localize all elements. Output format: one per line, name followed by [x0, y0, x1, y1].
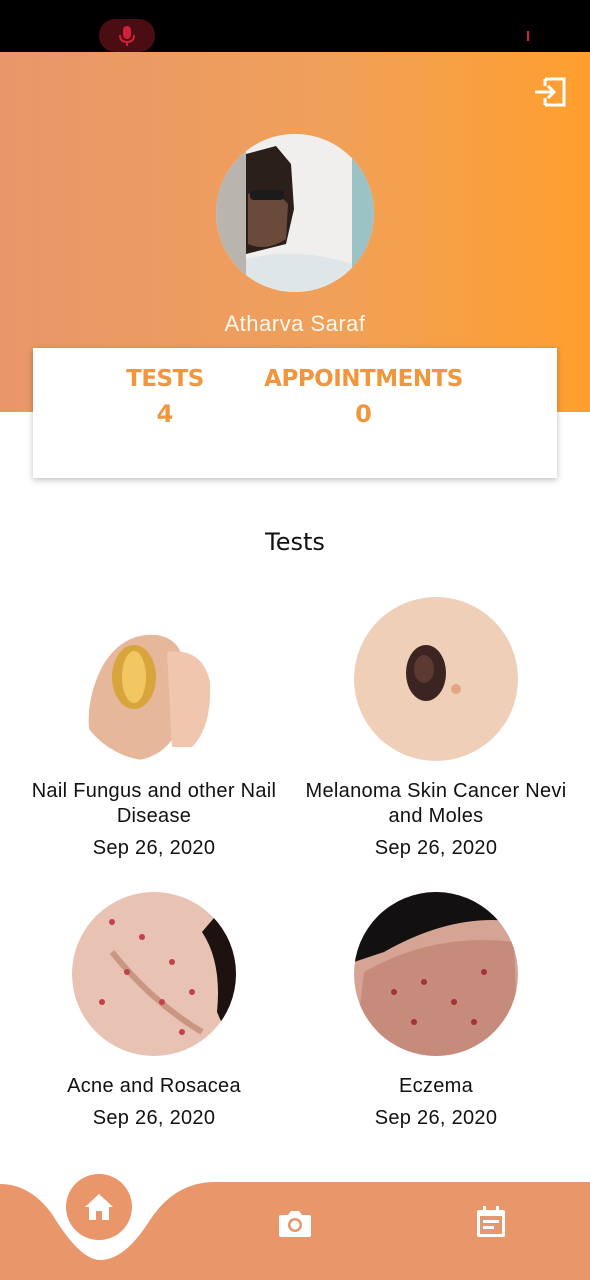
- nav-camera-button[interactable]: [274, 1203, 316, 1243]
- camera-icon: [279, 1211, 311, 1237]
- test-image: [354, 892, 518, 1056]
- test-name: Nail Fungus and other Nail Disease: [31, 780, 277, 827]
- test-name: Melanoma Skin Cancer Nevi and Moles: [305, 780, 567, 827]
- test-card-nail-fungus[interactable]: Nail Fungus and other Nail Disease Sep 2…: [13, 597, 295, 860]
- avatar: [216, 134, 374, 292]
- test-name: Eczema: [398, 1075, 474, 1097]
- appointments-stat[interactable]: APPOINTMENTS 0: [261, 366, 466, 428]
- microphone-icon: [119, 25, 135, 46]
- tests-label: TESTS: [126, 366, 204, 392]
- nav-calendar-button[interactable]: [471, 1202, 511, 1242]
- test-image: [354, 597, 518, 761]
- test-image: [72, 597, 236, 761]
- tests-count: 4: [156, 400, 174, 428]
- test-date: Sep 26, 2020: [374, 837, 498, 859]
- logout-icon: [535, 77, 566, 107]
- home-icon: [85, 1194, 113, 1220]
- section-title: Tests: [265, 528, 325, 556]
- test-card-melanoma[interactable]: Melanoma Skin Cancer Nevi and Moles Sep …: [295, 597, 577, 860]
- tests-stat[interactable]: TESTS 4: [103, 366, 227, 428]
- appointments-label: APPOINTMENTS: [264, 366, 463, 392]
- test-date: Sep 26, 2020: [92, 837, 216, 859]
- user-name: Atharva Saraf: [224, 311, 366, 336]
- test-card-eczema[interactable]: Eczema Sep 26, 2020: [295, 892, 577, 1130]
- logout-button[interactable]: [531, 74, 569, 110]
- stats-card: TESTS 4 APPOINTMENTS 0: [33, 348, 557, 478]
- test-name: Acne and Rosacea: [67, 1075, 241, 1097]
- appointments-count: 0: [355, 400, 372, 428]
- status-indicator: [527, 31, 529, 41]
- nav-home-button[interactable]: [66, 1174, 132, 1240]
- test-date: Sep 26, 2020: [92, 1107, 216, 1129]
- test-card-acne[interactable]: Acne and Rosacea Sep 26, 2020: [13, 892, 295, 1130]
- calendar-icon: [477, 1206, 505, 1237]
- test-image: [72, 892, 236, 1056]
- mic-indicator: [99, 19, 155, 52]
- test-date: Sep 26, 2020: [374, 1107, 498, 1129]
- status-bar: [0, 0, 590, 52]
